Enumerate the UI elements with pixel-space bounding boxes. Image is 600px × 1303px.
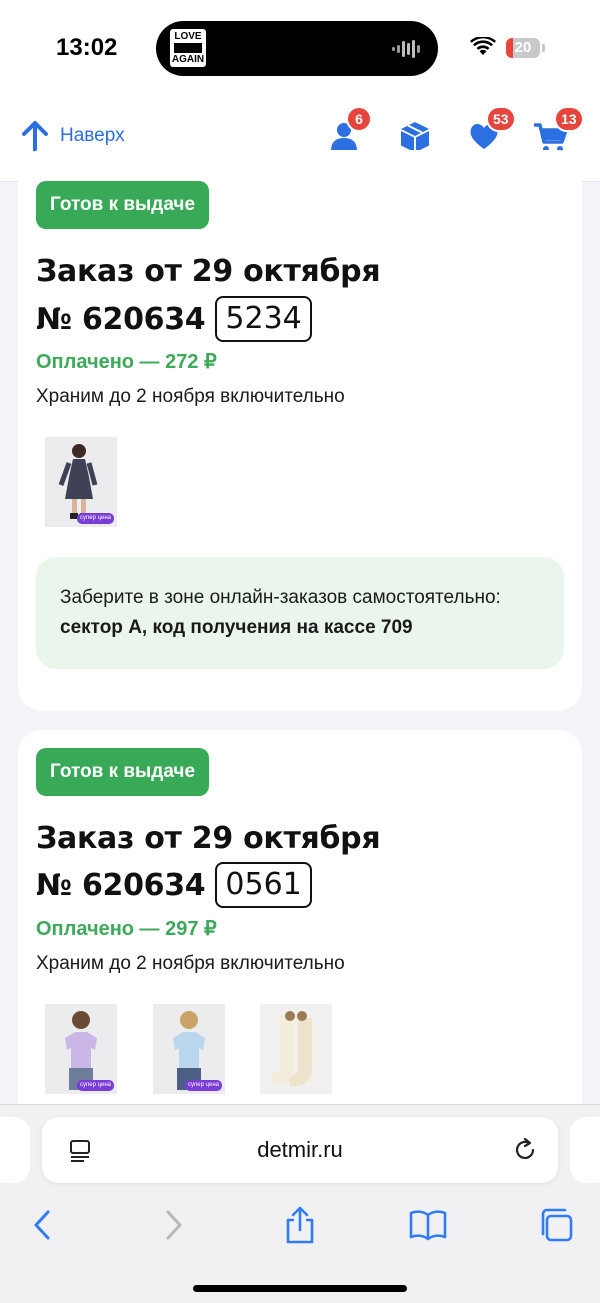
battery-percent: 20 — [514, 39, 532, 56]
browser-toolbar: detmir.ru — [0, 1104, 600, 1303]
battery-cap — [542, 44, 545, 52]
artwork-text-bottom: AGAIN — [171, 54, 205, 65]
cart-button[interactable]: 13 — [533, 106, 584, 154]
back-to-top-label: Наверх — [60, 125, 125, 146]
product-thumbnail[interactable] — [260, 1004, 332, 1094]
back-button[interactable] — [22, 1205, 62, 1245]
payment-status: Оплачено — 272 ₽ — [36, 351, 217, 373]
pickup-instructions: Заберите в зоне онлайн-заказов самостоят… — [36, 557, 564, 669]
promo-tag: супер цена — [77, 513, 114, 524]
favorites-badge: 53 — [486, 106, 516, 132]
chevron-right-icon — [166, 1210, 182, 1240]
payment-status: Оплачено — 297 ₽ — [36, 918, 217, 940]
order-number-row: № 620634 5234 — [36, 296, 312, 342]
home-indicator — [193, 1285, 407, 1292]
promo-tag: супер цена — [77, 1080, 114, 1091]
tabs-icon — [541, 1208, 573, 1242]
previous-tab-preview[interactable] — [0, 1117, 30, 1183]
order-number: № 620634 — [36, 301, 206, 337]
order-title: Заказ от 29 октября — [36, 254, 381, 289]
audio-wave-icon — [392, 40, 420, 58]
share-icon — [286, 1206, 314, 1244]
favorites-button[interactable]: 53 — [468, 106, 516, 154]
pickup-text: Заберите в зоне онлайн-заказов самостоят… — [60, 587, 501, 608]
storage-deadline: Храним до 2 ноября включительно — [36, 953, 345, 974]
artwork-band — [174, 43, 202, 53]
back-to-top-button[interactable]: Наверх — [20, 120, 125, 152]
now-playing-artwork: LOVE AGAIN — [170, 29, 206, 67]
order-number-row: № 620634 0561 — [36, 862, 312, 908]
order-code: 0561 — [215, 862, 312, 908]
forward-button[interactable] — [154, 1205, 194, 1245]
profile-badge: 6 — [346, 106, 372, 132]
socks-photo-icon — [260, 1004, 332, 1094]
status-badge: Готов к выдаче — [36, 181, 210, 229]
box-icon — [401, 122, 429, 152]
storage-deadline: Храним до 2 ноября включительно — [36, 386, 345, 407]
url-text: detmir.ru — [257, 1137, 343, 1162]
product-thumbnail[interactable]: супер цена — [153, 1004, 225, 1094]
wifi-icon — [470, 37, 496, 55]
battery-indicator: 20 — [506, 38, 540, 58]
address-bar[interactable]: detmir.ru — [42, 1117, 558, 1183]
product-thumbnail[interactable]: супер цена — [45, 1004, 117, 1094]
order-code: 5234 — [215, 296, 312, 342]
profile-button[interactable]: 6 — [328, 106, 372, 154]
bookmarks-button[interactable] — [408, 1205, 448, 1245]
orders-button[interactable] — [398, 120, 432, 154]
status-bar: 13:02 LOVE AGAIN 20 — [0, 0, 600, 96]
chevron-left-icon — [34, 1210, 50, 1240]
order-card[interactable]: Готов к выдаче Заказ от 29 октября № 620… — [18, 150, 582, 711]
share-button[interactable] — [280, 1205, 320, 1245]
order-number: № 620634 — [36, 867, 206, 903]
artwork-text-top: LOVE — [174, 31, 202, 42]
order-title: Заказ от 29 октября — [36, 821, 381, 856]
next-tab-preview[interactable] — [570, 1117, 600, 1183]
arrow-up-icon — [22, 121, 48, 152]
tabs-button[interactable] — [536, 1205, 576, 1245]
dynamic-island: LOVE AGAIN — [156, 21, 438, 76]
reload-icon[interactable] — [512, 1137, 538, 1163]
book-icon — [409, 1210, 447, 1241]
promo-tag: супер цена — [185, 1080, 222, 1091]
status-badge: Готов к выдаче — [36, 748, 210, 796]
order-card[interactable]: Готов к выдаче Заказ от 29 октября № 620… — [18, 730, 582, 1150]
pickup-code-text: сектор А, код получения на кассе 709 — [60, 617, 413, 638]
cart-badge: 13 — [554, 106, 584, 132]
status-time: 13:02 — [56, 34, 118, 61]
product-thumbnail[interactable]: супер цена — [45, 437, 117, 527]
